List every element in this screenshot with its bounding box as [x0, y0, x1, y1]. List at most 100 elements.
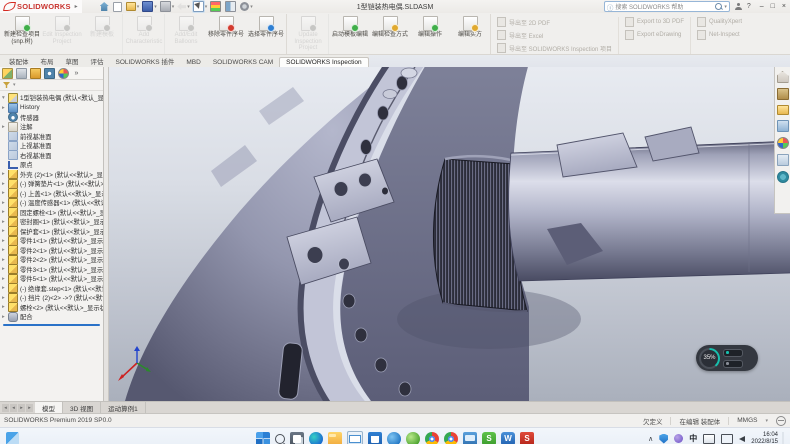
zoom-overlay-widget[interactable]: 35% [696, 345, 758, 371]
restore-button[interactable]: □ [771, 3, 775, 10]
menu-expand-icon[interactable]: ▸ [75, 3, 78, 10]
tree-item[interactable]: 传感器 [0, 113, 103, 123]
taskbar-app-icon[interactable] [328, 432, 342, 444]
task-pane-icon[interactable] [777, 137, 789, 149]
command-tab[interactable]: 评估 [85, 55, 110, 67]
ribbon-button[interactable]: 移除零件序号 [206, 14, 246, 54]
command-tab[interactable]: 草图 [60, 55, 85, 67]
manager-tab-icon[interactable]: » [72, 69, 81, 78]
ribbon-button[interactable]: Update Inspection Project [288, 14, 329, 54]
command-tab[interactable]: SOLIDWORKS Inspection [279, 57, 369, 67]
tree-item[interactable]: 前视基准面 [0, 132, 103, 142]
taskbar-app-icon[interactable] [406, 432, 420, 444]
taskbar-app-icon[interactable] [256, 432, 270, 444]
tree-item[interactable]: ▸ 保护套<1> (默认<<默认>_显示状态 [0, 227, 103, 237]
tree-item[interactable]: ▸ (-) 弹簧垫片<1> (默认<<默认>_显 [0, 179, 103, 189]
ribbon-button[interactable]: 新建模板 [82, 14, 123, 54]
command-tab[interactable]: 布局 [35, 55, 60, 67]
tree-item[interactable]: 上视基准面 [0, 141, 103, 151]
filter-caret-icon[interactable]: ▾ [13, 82, 16, 88]
taskbar-clock[interactable]: 16:04 2022/8/15 [751, 432, 784, 444]
quick-access-button[interactable]: ▾ [240, 2, 253, 11]
dropdown-caret-icon[interactable]: ▾ [172, 4, 175, 10]
taskbar-app-icon[interactable] [463, 432, 477, 444]
task-pane-icon[interactable] [777, 71, 789, 83]
tree-item[interactable]: ▸ (-) 绝缘套.step<1> (默认<<默认> [0, 284, 103, 294]
units-caret-icon[interactable]: ▾ [765, 418, 768, 424]
status-options-icon[interactable] [776, 416, 786, 426]
tray-overflow-icon[interactable]: ∧ [648, 435, 653, 443]
ribbon-button[interactable]: Add Characteristic [124, 14, 165, 54]
ribbon-button[interactable]: 选择零件序号 [246, 14, 287, 54]
tree-item[interactable]: ▸ 零件5<1> (默认<<默认>_显示状态 [0, 274, 103, 284]
manager-tab-icon[interactable] [2, 68, 13, 79]
taskbar-app-icon[interactable] [425, 432, 439, 444]
ribbon-button[interactable]: 编辑操作 [410, 14, 450, 54]
network-monitor-icon[interactable] [721, 434, 733, 444]
scroll-prev-icon[interactable]: ◂ [10, 404, 17, 412]
tree-item[interactable]: ▸ (-) 挡片 (2)<2> ->? (默认<<默认 [0, 293, 103, 303]
tree-item[interactable]: ▸ 零件2<1> (默认<<默认>_显示状态 [0, 246, 103, 256]
close-button[interactable]: × [782, 3, 786, 10]
quick-access-button[interactable]: ▾ [126, 2, 140, 11]
overlay-toggle-2[interactable] [723, 360, 743, 368]
ime-indicator[interactable]: 中 [689, 433, 697, 444]
defender-shield-icon[interactable] [659, 434, 668, 444]
search-input[interactable]: ⓘ 搜索 SOLIDWORKS 帮助 ▾ [604, 1, 730, 12]
taskbar-app-icon[interactable] [309, 432, 323, 444]
taskbar-app-icon[interactable] [387, 432, 401, 444]
document-tab[interactable]: 运动算例1 [101, 402, 146, 413]
overlay-toggle-1[interactable] [723, 349, 743, 357]
taskbar-app-icon[interactable] [290, 432, 304, 444]
export-item[interactable]: 导出至 SOLIDWORKS Inspection 项目 [497, 43, 612, 53]
quick-access-button[interactable] [225, 1, 237, 12]
tree-item[interactable]: ▸ 零件3<1> (默认<<默认>_显示状态 [0, 265, 103, 275]
export-item[interactable]: Export eDrawing [625, 30, 684, 40]
tree-item[interactable]: ▸ (-) 温度传感器<1> (默认<<默认>_ [0, 198, 103, 208]
task-pane-icon[interactable] [777, 154, 789, 166]
export-item[interactable]: Net-Inspect [697, 30, 742, 40]
search-icon[interactable] [715, 3, 722, 10]
task-pane-icon[interactable] [777, 88, 789, 100]
quick-access-button[interactable]: ▾ [177, 2, 190, 11]
command-tab[interactable]: SOLIDWORKS CAM [207, 58, 279, 67]
dropdown-caret-icon[interactable]: ▾ [137, 4, 140, 10]
task-pane-icon[interactable] [777, 120, 789, 132]
graphics-viewport[interactable]: ⊕ ⊞ ↶ ◧ ▾ [109, 67, 790, 401]
dropdown-caret-icon[interactable]: ▾ [187, 4, 190, 10]
taskbar-app-icon[interactable] [368, 432, 382, 444]
document-tab[interactable]: 模型 [35, 402, 63, 413]
ribbon-button[interactable]: 新建检查项目 (snp.树) [2, 14, 42, 54]
tray-app-icon[interactable] [674, 434, 683, 443]
dropdown-caret-icon[interactable]: ▾ [154, 4, 157, 10]
ribbon-button[interactable]: 编辑检查方式 [370, 14, 410, 54]
taskbar-app-icon[interactable] [347, 431, 363, 444]
command-tab[interactable]: SOLIDWORKS 插件 [110, 55, 181, 67]
quick-access-button[interactable] [113, 2, 123, 12]
tree-root-item[interactable]: ▾ 1型铠装热电偶 (默认<默认_显示状态-1> [0, 92, 103, 103]
export-item[interactable]: 导出至 2D PDF [497, 17, 612, 27]
scroll-first-icon[interactable]: ◂ [2, 404, 9, 412]
tree-item[interactable]: ▸ 密封圈<1> (默认<<默认>_显示状 [0, 217, 103, 227]
help-button[interactable]: ? [747, 3, 751, 10]
command-tab[interactable]: 装配体 [3, 55, 35, 67]
ribbon-button[interactable]: 编辑实方 [450, 14, 490, 54]
tree-item[interactable]: 右视基准面 [0, 151, 103, 161]
rollback-bar[interactable] [3, 324, 100, 326]
taskbar-app-icon[interactable]: S [520, 432, 534, 444]
ribbon-button[interactable]: 启动模板编辑 [330, 14, 370, 54]
tree-item[interactable]: ▸ 外壳 (2)<1> (默认<<默认>_显示状 [0, 170, 103, 180]
scroll-next-icon[interactable]: ▸ [18, 404, 25, 412]
task-pane-icon[interactable] [777, 105, 789, 115]
quick-access-button[interactable] [100, 2, 110, 11]
dropdown-caret-icon[interactable]: ▾ [250, 4, 253, 10]
tree-filter-row[interactable]: ▾ [0, 80, 103, 91]
taskbar-app-icon[interactable] [275, 434, 285, 444]
quick-access-button[interactable]: ▾ [160, 1, 175, 12]
quick-access-button[interactable]: ▾ [193, 1, 208, 12]
manager-tab-icon[interactable] [30, 68, 41, 79]
widgets-button[interactable] [6, 432, 19, 444]
dropdown-caret-icon[interactable]: ▾ [205, 4, 208, 10]
manager-tab-icon[interactable] [58, 68, 69, 79]
ribbon-button[interactable]: Edit Inspection Project [42, 14, 82, 54]
